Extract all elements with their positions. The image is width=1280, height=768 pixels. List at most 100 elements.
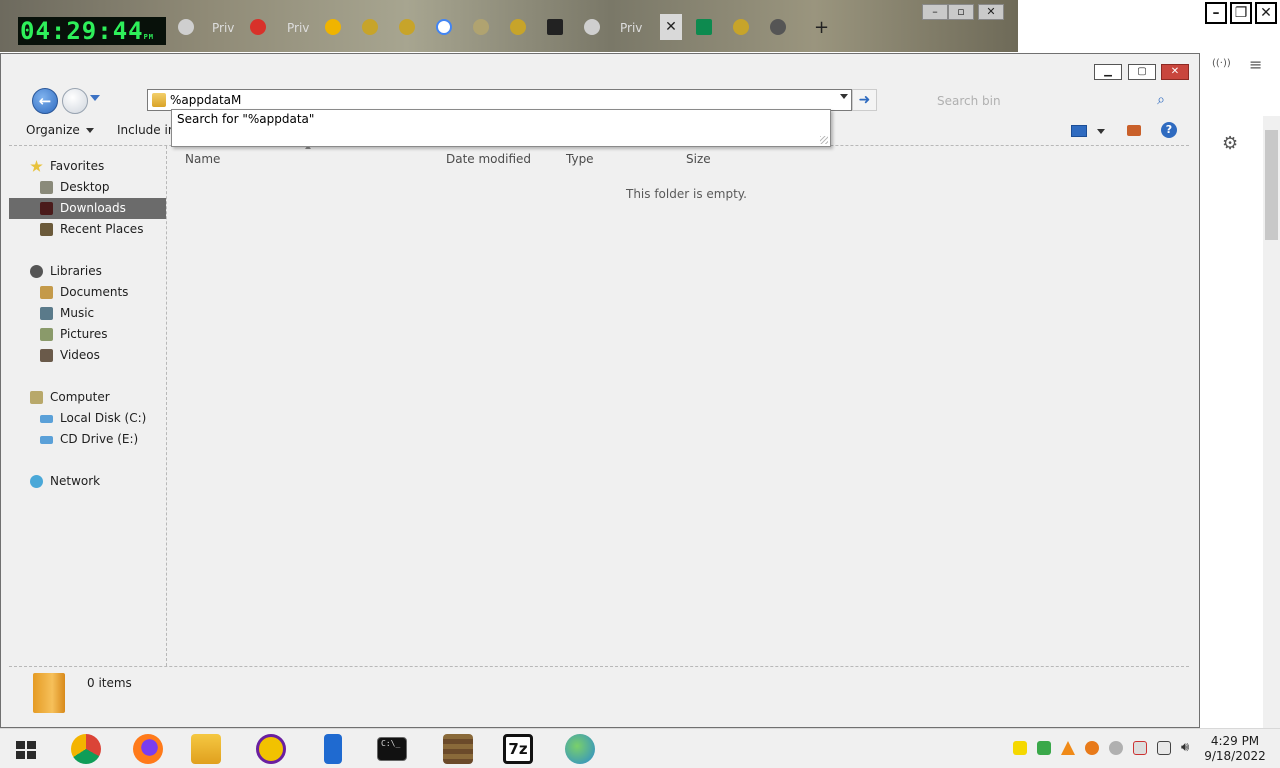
nav-music-label: Music [60, 306, 95, 320]
network-globe-icon[interactable] [565, 734, 595, 764]
column-name[interactable]: Name [185, 152, 220, 166]
outer-minimize-button[interactable]: – [1205, 2, 1227, 24]
nav-recent-label: Recent Places [60, 222, 144, 236]
view-options-icon[interactable] [1071, 125, 1087, 137]
downloads-icon [40, 202, 53, 215]
browser-minimize-button[interactable]: – [922, 4, 948, 20]
google-icon[interactable] [436, 19, 452, 35]
nav-local-disk[interactable]: Local Disk (C:) [9, 408, 166, 429]
column-date-modified[interactable]: Date modified [446, 152, 531, 166]
outer-restore-button[interactable]: ❐ [1230, 2, 1252, 24]
network-icon [30, 475, 43, 488]
nav-recent-places[interactable]: Recent Places [9, 219, 166, 240]
browser-tab[interactable]: Priv [620, 16, 642, 40]
volume-icon[interactable]: 🔊︎ [1181, 741, 1195, 755]
browser-maximize-button[interactable]: ▫ [948, 4, 974, 20]
help-icon[interactable]: ? [1161, 122, 1177, 138]
nav-network[interactable]: Network [9, 471, 166, 492]
nav-videos-label: Videos [60, 348, 100, 362]
address-dropdown-icon[interactable] [840, 94, 848, 99]
tab-icon[interactable] [510, 19, 526, 35]
search-box[interactable]: ⌕ [927, 89, 1175, 111]
nav-cd-drive-label: CD Drive (E:) [60, 432, 139, 446]
yahoo-messenger-icon[interactable] [256, 734, 286, 764]
tab-icon[interactable] [399, 19, 415, 35]
go-button[interactable]: ➜ [852, 89, 877, 111]
column-size[interactable]: Size [686, 152, 711, 166]
close-tab-icon[interactable]: ✕ [660, 14, 682, 40]
tab-icon[interactable] [733, 19, 749, 35]
status-tray-icon[interactable] [1109, 741, 1123, 755]
nav-videos[interactable]: Videos [9, 345, 166, 366]
address-bar[interactable] [147, 89, 852, 111]
nav-libraries[interactable]: Libraries [9, 261, 166, 282]
nav-libraries-label: Libraries [50, 264, 102, 278]
browser-close-button[interactable]: ✕ [978, 4, 1004, 20]
search-input[interactable] [935, 91, 1139, 111]
browser-tab[interactable]: Priv [287, 16, 309, 40]
forward-button[interactable] [62, 88, 88, 114]
search-tray-icon[interactable] [1085, 741, 1099, 755]
nav-documents-label: Documents [60, 285, 129, 299]
tab-icon[interactable] [696, 19, 712, 35]
preview-pane-icon[interactable] [1127, 125, 1141, 136]
menu-icon[interactable]: ≡ [1249, 55, 1262, 74]
vlc-icon[interactable] [1061, 741, 1075, 755]
new-tab-button[interactable]: + [814, 16, 829, 40]
notes-icon[interactable] [1013, 741, 1027, 755]
tab-icon[interactable] [362, 19, 378, 35]
taskbar-clock[interactable]: 4:29 PM 9/18/2022 [1203, 734, 1267, 764]
scrollbar-thumb[interactable] [1265, 130, 1278, 240]
nav-cd-drive[interactable]: CD Drive (E:) [9, 429, 166, 450]
tab-icon[interactable] [584, 19, 600, 35]
nav-documents[interactable]: Documents [9, 282, 166, 303]
back-button[interactable]: ← [32, 88, 58, 114]
nav-downloads-label: Downloads [60, 201, 126, 215]
empty-folder-message: This folder is empty. [626, 187, 747, 201]
resize-grip-icon[interactable] [820, 136, 828, 144]
nav-desktop[interactable]: Desktop [9, 177, 166, 198]
close-button[interactable]: ✕ [1161, 64, 1189, 80]
maximize-button[interactable]: ▢ [1128, 64, 1156, 80]
7zip-icon[interactable]: 7z [503, 734, 533, 764]
tab-icon[interactable] [547, 19, 563, 35]
drive-icon[interactable] [325, 19, 341, 35]
browser-tab[interactable]: Priv [212, 16, 234, 40]
browser-tab-strip: 04:29:44PM Priv Priv Priv ✕ + – ▫ ✕ [0, 0, 1018, 52]
file-explorer-icon[interactable] [191, 734, 221, 764]
organize-menu[interactable]: Organize [26, 123, 94, 137]
network-disconnected-icon[interactable] [1133, 741, 1147, 755]
clock-suffix: PM [143, 33, 155, 41]
minimize-button[interactable]: ▁ [1094, 64, 1122, 80]
address-input[interactable] [170, 91, 820, 109]
command-prompt-icon[interactable]: C:\_ [377, 737, 407, 761]
nav-downloads[interactable]: Downloads [9, 198, 166, 219]
monitor-icon[interactable] [1157, 741, 1171, 755]
reader-icon[interactable]: ((·)) [1212, 58, 1231, 69]
search-icon[interactable]: ⌕ [1157, 92, 1165, 108]
nav-favorites[interactable]: Favorites [9, 156, 166, 177]
column-type[interactable]: Type [566, 152, 594, 166]
nav-computer[interactable]: Computer [9, 387, 166, 408]
explorer-window: ▁ ▢ ✕ ← ➜ ⌕ Search for "%appdata" Organi… [0, 53, 1200, 728]
suggestion-item[interactable]: Search for "%appdata" [177, 112, 314, 126]
recent-locations-chevron-icon[interactable] [90, 95, 100, 101]
tray-app-icon[interactable] [1037, 741, 1051, 755]
tab-icon[interactable] [770, 19, 786, 35]
chrome-icon[interactable] [71, 734, 101, 764]
start-button[interactable] [16, 741, 36, 759]
include-in-library-menu[interactable]: Include in [117, 123, 175, 137]
gear-icon[interactable]: ⚙ [1222, 133, 1238, 154]
minecraft-icon[interactable] [443, 734, 473, 764]
taskbar-time: 4:29 PM [1210, 734, 1260, 748]
phone-app-icon[interactable] [324, 734, 342, 764]
cd-drive-icon [40, 436, 53, 444]
firefox-icon[interactable] [133, 734, 163, 764]
outer-close-button[interactable]: ✕ [1255, 2, 1277, 24]
chevron-down-icon[interactable] [1097, 129, 1105, 134]
tab-icon[interactable] [178, 19, 194, 35]
tab-icon[interactable] [473, 19, 489, 35]
nav-music[interactable]: Music [9, 303, 166, 324]
nav-pictures[interactable]: Pictures [9, 324, 166, 345]
tab-icon[interactable] [250, 19, 266, 35]
